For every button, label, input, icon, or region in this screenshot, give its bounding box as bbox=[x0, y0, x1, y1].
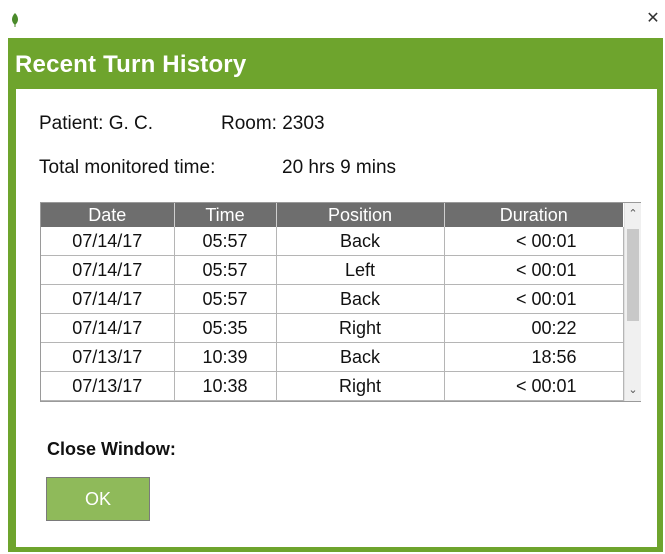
table-row[interactable]: 07/14/17 05:57 Back < 00:01 bbox=[41, 284, 624, 314]
cell-position: Back bbox=[276, 342, 445, 372]
cell-date: 07/13/17 bbox=[41, 371, 175, 401]
scroll-down-icon[interactable]: ⌄ bbox=[625, 381, 641, 399]
cell-time: 05:35 bbox=[174, 313, 277, 343]
monitored-time-value: 20 hrs 9 mins bbox=[282, 157, 397, 178]
cell-date: 07/14/17 bbox=[41, 313, 175, 343]
cell-time: 05:57 bbox=[174, 255, 277, 285]
turn-history-table[interactable]: Date Time Position Duration 07/14/17 05:… bbox=[40, 202, 641, 402]
cell-date: 07/14/17 bbox=[41, 227, 175, 256]
vertical-scrollbar[interactable]: ⌃ ⌄ bbox=[624, 203, 641, 401]
cell-date: 07/13/17 bbox=[41, 342, 175, 372]
table-row[interactable]: 07/14/17 05:35 Right 00:22 bbox=[41, 313, 624, 343]
cell-time: 10:39 bbox=[174, 342, 277, 372]
cell-duration: 18:56 bbox=[444, 342, 624, 372]
scrollbar-thumb[interactable] bbox=[627, 229, 639, 321]
close-icon[interactable]: ✕ bbox=[643, 8, 663, 30]
table-row[interactable]: 07/13/17 10:38 Right < 00:01 bbox=[41, 371, 624, 401]
scroll-up-icon[interactable]: ⌃ bbox=[625, 205, 641, 223]
table-row[interactable]: 07/14/17 05:57 Back < 00:01 bbox=[41, 227, 624, 256]
cell-duration: < 00:01 bbox=[444, 371, 624, 401]
patient-name: Patient: G. C. bbox=[39, 113, 154, 134]
cell-position: Back bbox=[276, 227, 445, 256]
cell-time: 05:57 bbox=[174, 284, 277, 314]
column-header-date[interactable]: Date bbox=[41, 203, 175, 227]
close-window-label: Close Window: bbox=[47, 439, 176, 459]
monitored-time-label: Total monitored time: bbox=[39, 157, 216, 178]
cell-duration: 00:22 bbox=[444, 313, 624, 343]
cell-duration: < 00:01 bbox=[444, 284, 624, 314]
page-title: Recent Turn History bbox=[15, 51, 247, 78]
cell-duration: < 00:01 bbox=[444, 255, 624, 285]
title-bar: ✕ bbox=[0, 0, 665, 38]
table-row[interactable]: 07/14/17 05:57 Left < 00:01 bbox=[41, 255, 624, 285]
cell-position: Right bbox=[276, 313, 445, 343]
cell-date: 07/14/17 bbox=[41, 284, 175, 314]
cell-duration: < 00:01 bbox=[444, 227, 624, 256]
cell-position: Right bbox=[276, 371, 445, 401]
cell-time: 10:38 bbox=[174, 371, 277, 401]
column-header-position[interactable]: Position bbox=[276, 203, 445, 227]
table-header-row: Date Time Position Duration bbox=[41, 203, 623, 227]
column-header-duration[interactable]: Duration bbox=[444, 203, 623, 227]
room-number: Room: 2303 bbox=[221, 113, 325, 134]
leaf-icon bbox=[12, 13, 18, 27]
column-header-time[interactable]: Time bbox=[174, 203, 277, 227]
cell-position: Back bbox=[276, 284, 445, 314]
cell-time: 05:57 bbox=[174, 227, 277, 256]
table-row[interactable]: 07/13/17 10:39 Back 18:56 bbox=[41, 342, 624, 372]
cell-position: Left bbox=[276, 255, 445, 285]
ok-button[interactable]: OK bbox=[46, 477, 150, 521]
cell-date: 07/14/17 bbox=[41, 255, 175, 285]
